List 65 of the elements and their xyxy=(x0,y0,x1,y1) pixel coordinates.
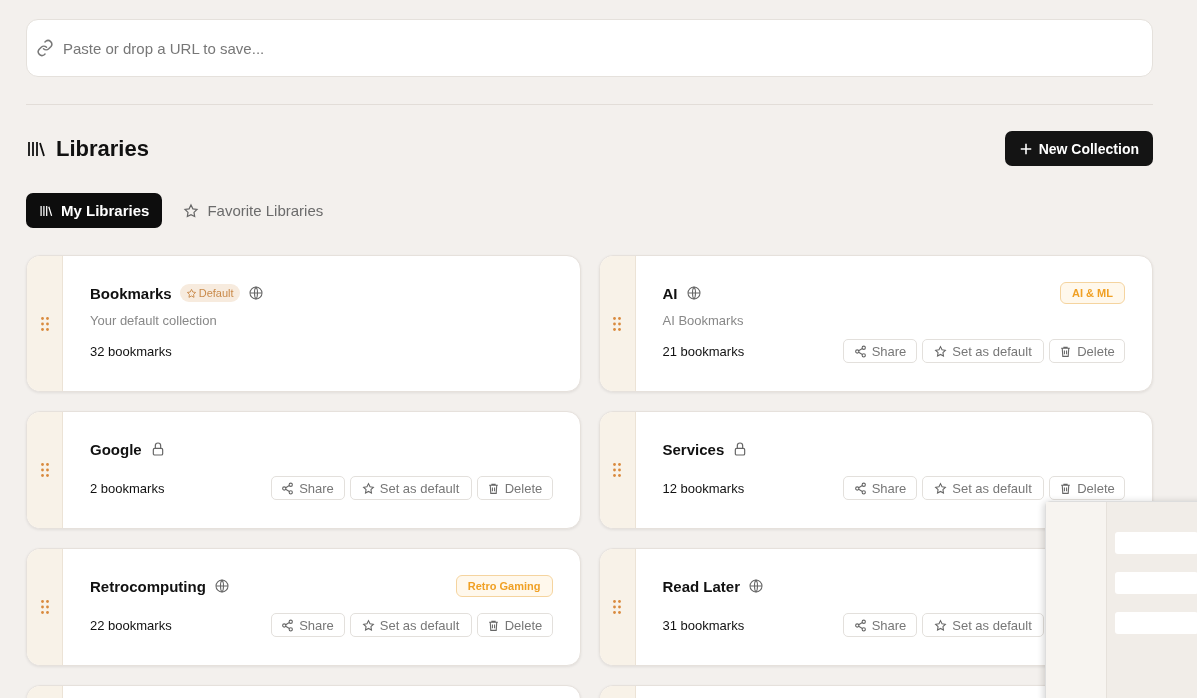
collection-card[interactable]: Google 2 bookmarks Share Set as default Delete xyxy=(26,411,581,529)
collection-card[interactable]: Retrocomputing Retro Gaming 22 bookmarks Share Set as default Delete xyxy=(26,548,581,666)
share-button[interactable]: Share xyxy=(843,613,917,637)
collection-description: Your default collection xyxy=(90,313,218,328)
collection-card[interactable]: Services 12 bookmarks Share Set as default Delete xyxy=(598,411,1153,529)
star-icon xyxy=(183,202,200,219)
default-button[interactable]: Set as default xyxy=(922,476,1044,500)
delete-button[interactable]: Delete xyxy=(1049,476,1125,500)
share-button[interactable]: Share xyxy=(843,476,917,500)
collection-name: AI xyxy=(662,284,678,302)
trash-icon xyxy=(486,618,500,632)
share-button[interactable]: Share xyxy=(270,613,345,637)
star-icon xyxy=(934,344,948,358)
delete-button[interactable]: Delete xyxy=(476,613,553,637)
library-tab[interactable]: Favorite Libraries xyxy=(170,193,337,228)
bookmark-count: 12 bookmarks xyxy=(662,480,745,496)
new-collection-button[interactable]: New Collection xyxy=(1004,131,1153,166)
collection-name: Services xyxy=(662,440,725,458)
star-icon xyxy=(361,481,375,495)
trash-icon xyxy=(1059,344,1073,358)
drag-handle-icon[interactable] xyxy=(40,600,49,614)
star-icon xyxy=(934,481,948,495)
collection-name: Bookmarks xyxy=(90,284,172,302)
star-icon xyxy=(361,618,375,632)
share-button[interactable]: Share xyxy=(843,339,917,363)
category-tag: Retro Gaming xyxy=(455,575,553,597)
share-icon xyxy=(281,618,295,632)
share-icon xyxy=(281,481,295,495)
drag-handle-icon[interactable] xyxy=(40,316,49,331)
page-title: Libraries xyxy=(56,135,149,162)
category-tag: AI & ML xyxy=(1060,282,1125,304)
drag-handle-icon[interactable] xyxy=(613,600,621,614)
collection-description: AI Bookmarks xyxy=(662,313,745,328)
share-icon xyxy=(853,481,867,495)
star-icon xyxy=(934,618,948,632)
collection-card[interactable]: AI AI & ML AI Bookmarks 21 bookmarks Share Set as default Delete xyxy=(598,255,1153,392)
plus-icon xyxy=(1018,141,1033,156)
share-icon xyxy=(853,344,867,358)
collection-name: Google xyxy=(90,440,142,458)
collection-name: Retrocomputing xyxy=(90,577,206,595)
drag-handle-icon[interactable] xyxy=(40,463,49,477)
share-icon xyxy=(853,618,867,632)
bookmark-count: 21 bookmarks xyxy=(662,343,745,359)
default-button[interactable]: Set as default xyxy=(349,613,472,637)
library-tab[interactable]: My Libraries xyxy=(26,193,163,228)
trash-icon xyxy=(1059,481,1073,495)
collection-name: Read Later xyxy=(662,577,741,595)
default-button[interactable]: Set as default xyxy=(922,613,1044,637)
url-input-field[interactable]: Paste or drop a URL to save... xyxy=(26,19,1153,77)
delete-button[interactable]: Delete xyxy=(476,476,553,500)
bookmark-count: 31 bookmarks xyxy=(662,617,745,633)
share-button[interactable]: Share xyxy=(270,476,345,500)
drag-handle-icon[interactable] xyxy=(613,316,621,331)
bookmark-count: 22 bookmarks xyxy=(90,617,172,633)
collection-card[interactable]: Bookmarks Default Your default collection 32 bookmarks xyxy=(26,255,581,392)
delete-button[interactable]: Delete xyxy=(1049,339,1125,363)
default-button[interactable]: Set as default xyxy=(922,339,1044,363)
library-icon xyxy=(39,203,53,218)
trash-icon xyxy=(486,481,500,495)
default-badge: Default xyxy=(179,284,240,302)
default-button[interactable]: Set as default xyxy=(349,476,472,500)
link-icon xyxy=(36,39,54,57)
bookmark-count: 2 bookmarks xyxy=(90,480,165,496)
bookmark-count: 32 bookmarks xyxy=(90,343,172,359)
drag-handle-icon[interactable] xyxy=(613,463,621,477)
